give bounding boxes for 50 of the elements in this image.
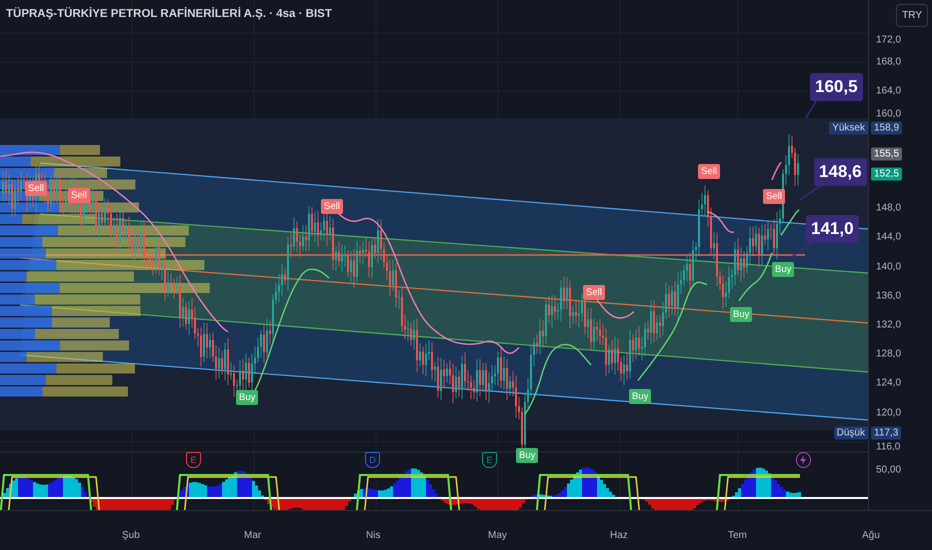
price-axis-label: 124,0 [876, 378, 902, 389]
lightning-icon[interactable] [796, 452, 811, 468]
price-callout: 160,5 [810, 73, 863, 101]
price-axis-label: 132,0 [876, 320, 902, 330]
sell-signal-label: Sell [321, 199, 343, 214]
sell-signal-label: Sell [583, 285, 605, 300]
leader-line [805, 100, 817, 118]
price-axis-label: 160,0 [876, 108, 902, 120]
buy-signal-label: Buy [236, 390, 258, 405]
oscillator-axis-label: 50,00 [876, 464, 902, 476]
leader-line [800, 185, 820, 201]
sell-signal-label: Sell [763, 189, 785, 204]
time-axis-label: Tem [728, 530, 747, 541]
price-axis-label: 120,0 [876, 407, 902, 418]
buy-signal-label: Buy [730, 307, 752, 322]
price-tag: 155,5 [871, 147, 902, 160]
event-marker[interactable]: E [482, 452, 497, 468]
currency-button[interactable]: TRY [896, 4, 928, 27]
time-axis-label: Nis [366, 530, 380, 541]
sell-signal-label: Sell [25, 181, 47, 196]
buy-signal-label: Buy [629, 389, 652, 404]
price-tag: 152,5 [871, 167, 902, 180]
price-callout: 141,0 [806, 215, 859, 243]
price-axis-label: 172,0 [876, 34, 902, 46]
price-tag-label: Yüksek [829, 122, 868, 134]
sell-signal-label: Sell [698, 164, 720, 179]
chart-title: TÜPRAŞ-TÜRKİYE PETROL RAFİNERİLERİ A.Ş. · 4sa · BIST [6, 8, 332, 20]
sell-signal-label: Sell [68, 188, 90, 203]
buy-signal-label: Buy [772, 262, 794, 277]
price-tag: 158,9 [871, 122, 902, 134]
price-axis-label: 136,0 [876, 290, 902, 302]
buy-signal-label: Buy [516, 448, 538, 463]
price-axis-label: 168,0 [876, 56, 902, 68]
price-axis-label: 116,0 [876, 442, 900, 452]
time-axis-label: Şub [122, 530, 140, 541]
price-axis-label: 140,0 [876, 261, 902, 272]
event-marker[interactable]: E [186, 452, 201, 468]
price-axis-label: 164,0 [876, 86, 902, 97]
leader-line [790, 242, 812, 259]
event-marker[interactable]: D [365, 452, 380, 468]
price-axis-label: 128,0 [876, 348, 902, 360]
time-axis-label: May [488, 530, 507, 541]
price-axis-label: 148,0 [876, 202, 902, 214]
price-axis-label: 144,0 [876, 232, 902, 243]
time-axis-label: Mar [244, 530, 262, 541]
price-callout: 148,6 [814, 158, 867, 186]
price-tag: 117,3 [871, 426, 902, 440]
time-axis-label: Ağu [862, 530, 880, 541]
time-axis-label: Haz [610, 530, 628, 541]
price-tag-label: Düşük [834, 426, 868, 440]
